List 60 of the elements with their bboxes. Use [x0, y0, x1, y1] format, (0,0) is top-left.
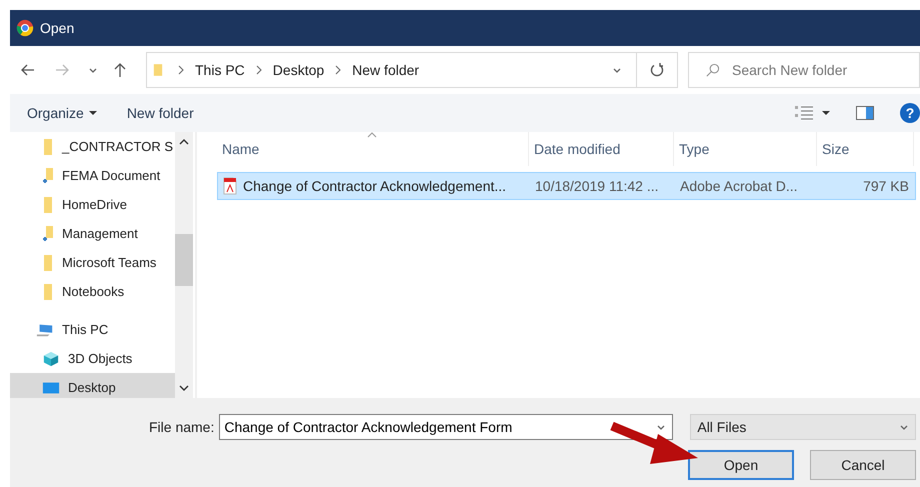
open-button[interactable]: Open [688, 450, 794, 480]
scroll-down-icon[interactable] [179, 384, 189, 392]
file-row[interactable]: Change of Contractor Acknowledgement... 10/18/2019 11:42 ... Adobe Acrobat D... 797 KB [217, 172, 916, 200]
new-folder-button[interactable]: New folder [126, 105, 194, 121]
folder-icon [42, 196, 54, 214]
column-header[interactable]: Type [674, 132, 817, 166]
computer-icon [36, 322, 54, 338]
column-header[interactable]: Date modified [529, 132, 674, 166]
scrollbar[interactable] [175, 132, 193, 398]
sidebar-item[interactable]: 3D Objects [10, 344, 175, 373]
shared-folder-icon [42, 166, 54, 184]
chevron-right-icon [254, 65, 263, 75]
folder-icon [153, 62, 163, 78]
breadcrumb[interactable]: This PC [195, 62, 245, 78]
file-name-box[interactable]: Change of Contractor Acknowledgement Form [219, 414, 674, 440]
cube-icon [42, 350, 60, 366]
folder-icon [42, 254, 54, 272]
folder-icon [42, 282, 54, 300]
preview-pane-icon[interactable] [856, 106, 874, 120]
scrollbar-thumb[interactable] [175, 234, 193, 286]
desktop-icon [42, 380, 60, 396]
refresh-icon [649, 62, 665, 78]
caret-down-icon[interactable] [822, 110, 830, 116]
search-box[interactable]: Search New folder [688, 52, 920, 88]
caret-down-icon [88, 110, 97, 116]
breadcrumb[interactable]: Desktop [272, 62, 324, 78]
shared-folder-icon [42, 224, 54, 242]
pdf-file-icon [223, 177, 237, 195]
window-title: Open [40, 20, 74, 36]
scroll-up-icon[interactable] [179, 138, 189, 146]
table-cell: Change of Contractor Acknowledgement... [243, 178, 506, 194]
sidebar-item[interactable]: Desktop [10, 373, 175, 398]
table-cell-text: Adobe Acrobat D... [679, 178, 799, 194]
back-arrow-icon[interactable] [20, 62, 36, 78]
file-type-dropdown[interactable]: All Files [690, 414, 916, 440]
chevron-right-icon [334, 65, 342, 75]
sidebar-item[interactable]: Microsoft Teams [10, 248, 175, 277]
sidebar-item[interactable]: Management [10, 219, 175, 248]
sidebar-item[interactable]: FEMA Document [10, 161, 175, 190]
up-arrow-icon[interactable] [112, 62, 128, 78]
help-icon[interactable]: ? [900, 103, 920, 123]
table-cell-text: 797 KB [862, 178, 910, 194]
sort-caret-icon [367, 132, 377, 138]
chevron-right-icon [177, 65, 185, 75]
address-bar[interactable]: This PC Desktop New folder [146, 52, 678, 88]
sidebar-item[interactable]: _CONTRACTOR S [10, 132, 175, 161]
sidebar-item[interactable]: Notebooks [10, 277, 175, 306]
organize-menu[interactable]: Organize [27, 105, 97, 121]
browser-logo-icon [16, 19, 34, 37]
column-header[interactable]: Size [817, 132, 914, 166]
folder-icon [42, 138, 54, 156]
view-options-icon[interactable] [794, 105, 814, 121]
search-icon [705, 62, 720, 78]
column-header[interactable]: Name [217, 132, 529, 166]
sidebar-item[interactable]: This PC [10, 315, 175, 344]
table-cell-text: 10/18/2019 11:42 ... [534, 178, 660, 194]
file-name-label: File name: [149, 419, 214, 435]
cancel-button[interactable]: Cancel [810, 450, 916, 480]
sidebar-item[interactable]: HomeDrive [10, 190, 175, 219]
breadcrumb[interactable]: New folder [352, 62, 420, 78]
